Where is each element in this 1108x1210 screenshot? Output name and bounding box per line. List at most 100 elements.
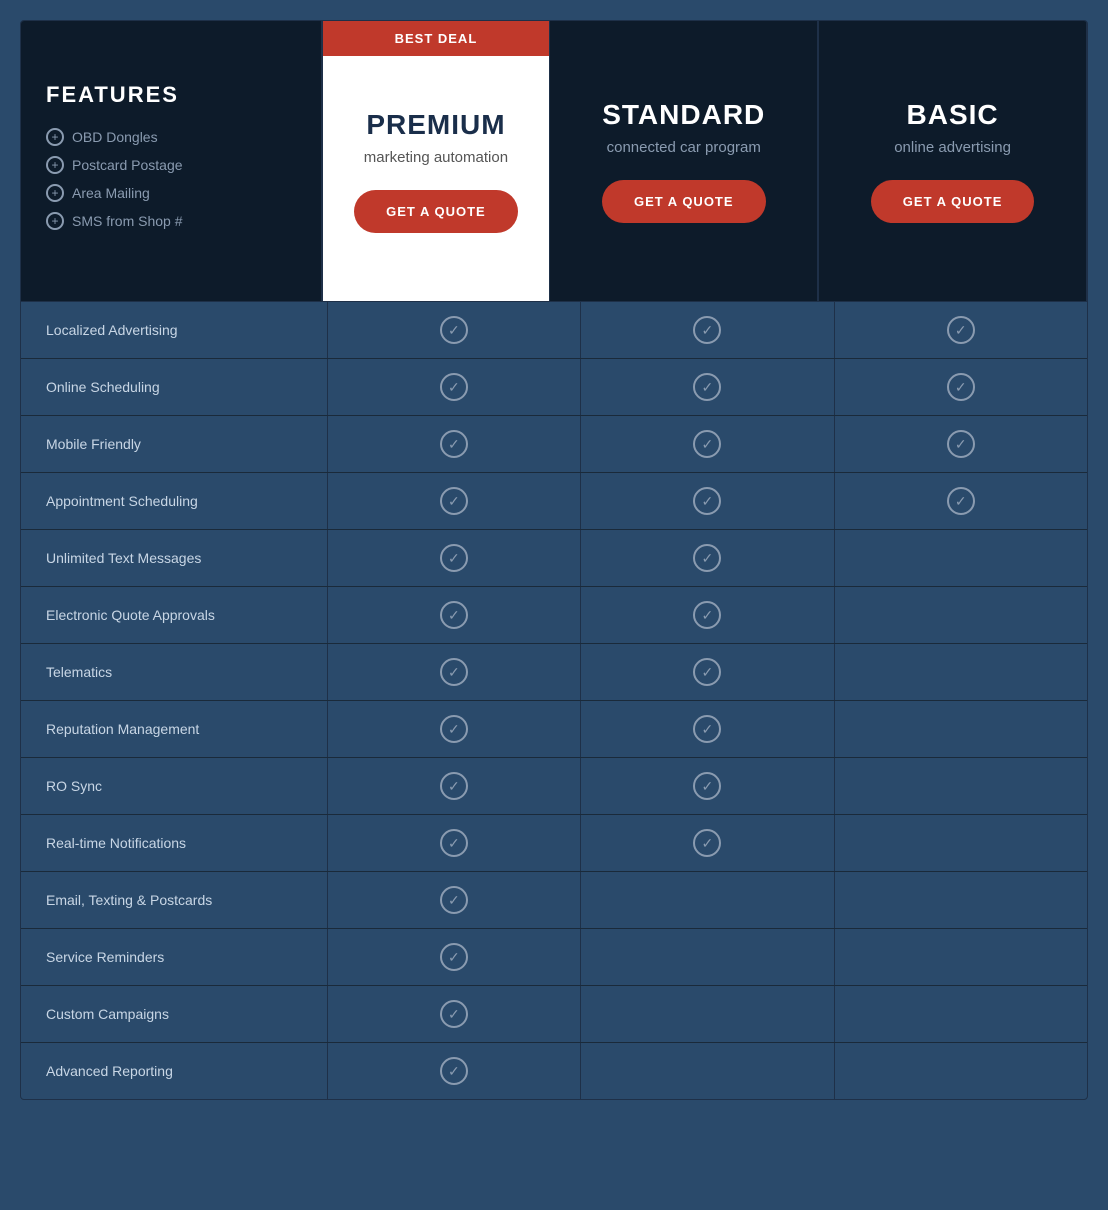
feature-row: Reputation Management ✓ ✓ [21, 701, 1087, 758]
standard-check-cell: ✓ [581, 302, 834, 358]
basic-check-cell: ✓ [835, 416, 1087, 472]
check-icon: ✓ [947, 373, 975, 401]
basic-check-cell [835, 815, 1087, 871]
check-icon: ✓ [693, 373, 721, 401]
check-icon: ✓ [440, 373, 468, 401]
feature-include-label: Postcard Postage [72, 157, 183, 173]
check-icon: ✓ [440, 658, 468, 686]
check-icon: ✓ [440, 886, 468, 914]
feature-include-item: + SMS from Shop # [46, 212, 183, 230]
feature-name-cell: Appointment Scheduling [21, 473, 328, 529]
check-icon: ✓ [947, 430, 975, 458]
basic-header: BASIC online advertising GET A QUOTE [818, 21, 1087, 302]
check-icon: ✓ [440, 601, 468, 629]
premium-cta-button[interactable]: GET A QUOTE [354, 190, 518, 233]
premium-check-cell: ✓ [328, 416, 581, 472]
check-icon: ✓ [440, 487, 468, 515]
plus-icon: + [46, 184, 64, 202]
check-icon: ✓ [440, 1000, 468, 1028]
feature-include-item: + OBD Dongles [46, 128, 183, 146]
feature-row: Advanced Reporting✓ [21, 1043, 1087, 1099]
standard-check-cell: ✓ [581, 587, 834, 643]
premium-check-cell: ✓ [328, 530, 581, 586]
standard-check-cell: ✓ [581, 701, 834, 757]
premium-check-cell: ✓ [328, 872, 581, 928]
header-row: FEATURES + OBD Dongles + Postcard Postag… [21, 21, 1087, 302]
check-icon: ✓ [440, 715, 468, 743]
check-icon: ✓ [440, 544, 468, 572]
check-icon: ✓ [693, 544, 721, 572]
standard-check-cell [581, 1043, 834, 1099]
feature-include-item: + Postcard Postage [46, 156, 183, 174]
features-body: Localized Advertising✓✓✓Online Schedulin… [21, 302, 1087, 1099]
features-title: FEATURES [46, 82, 179, 108]
feature-row: Online Scheduling ✓ ✓ ✓ [21, 359, 1087, 416]
feature-row: Email, Texting & Postcards ✓ [21, 872, 1087, 929]
basic-check-cell: ✓ [835, 359, 1087, 415]
premium-subtitle: marketing automation [364, 149, 508, 166]
standard-header: STANDARD connected car program GET A QUO… [549, 21, 818, 302]
standard-subtitle: connected car program [607, 139, 761, 156]
feature-name-cell: RO Sync [21, 758, 328, 814]
standard-check-cell: ✓ [581, 416, 834, 472]
premium-check-cell: ✓ [328, 1043, 581, 1099]
feature-name-cell: Localized Advertising [21, 302, 328, 358]
premium-check-cell: ✓ [328, 701, 581, 757]
check-icon: ✓ [440, 943, 468, 971]
basic-cta-button[interactable]: GET A QUOTE [871, 180, 1035, 223]
premium-check-cell: ✓ [328, 473, 581, 529]
feature-name-cell: Service Reminders [21, 929, 328, 985]
premium-check-cell: ✓ [328, 359, 581, 415]
standard-check-cell: ✓ [581, 644, 834, 700]
check-icon: ✓ [440, 829, 468, 857]
feature-name-cell: Email, Texting & Postcards [21, 872, 328, 928]
standard-check-cell: ✓ [581, 758, 834, 814]
feature-include-label: SMS from Shop # [72, 213, 183, 229]
standard-check-cell: ✓ [581, 359, 834, 415]
check-icon: ✓ [693, 829, 721, 857]
standard-check-cell [581, 929, 834, 985]
premium-check-cell: ✓ [328, 758, 581, 814]
feature-name-cell: Reputation Management [21, 701, 328, 757]
features-header: FEATURES + OBD Dongles + Postcard Postag… [21, 21, 322, 302]
check-icon: ✓ [693, 487, 721, 515]
premium-check-cell: ✓ [328, 587, 581, 643]
standard-title: STANDARD [602, 99, 765, 131]
feature-row: Real-time Notifications ✓ ✓ [21, 815, 1087, 872]
basic-check-cell [835, 644, 1087, 700]
feature-row: Electronic Quote Approvals✓✓ [21, 587, 1087, 644]
feature-name-cell: Real-time Notifications [21, 815, 328, 871]
standard-check-cell: ✓ [581, 815, 834, 871]
feature-row: Custom Campaigns✓ [21, 986, 1087, 1043]
check-icon: ✓ [693, 715, 721, 743]
feature-name-cell: Unlimited Text Messages [21, 530, 328, 586]
check-icon: ✓ [947, 487, 975, 515]
plus-icon: + [46, 156, 64, 174]
basic-check-cell: ✓ [835, 473, 1087, 529]
standard-check-cell: ✓ [581, 473, 834, 529]
basic-check-cell [835, 530, 1087, 586]
standard-cta-button[interactable]: GET A QUOTE [602, 180, 766, 223]
basic-check-cell [835, 1043, 1087, 1099]
premium-check-cell: ✓ [328, 644, 581, 700]
premium-title: PREMIUM [366, 109, 505, 141]
check-icon: ✓ [440, 1057, 468, 1085]
check-icon: ✓ [693, 658, 721, 686]
feature-row: Localized Advertising✓✓✓ [21, 302, 1087, 359]
feature-include-item: + Area Mailing [46, 184, 183, 202]
basic-subtitle: online advertising [894, 139, 1011, 156]
check-icon: ✓ [440, 430, 468, 458]
basic-check-cell [835, 587, 1087, 643]
feature-row: Mobile Friendly✓✓✓ [21, 416, 1087, 473]
features-includes-list: + OBD Dongles + Postcard Postage + Area … [46, 128, 183, 240]
standard-check-cell: ✓ [581, 530, 834, 586]
basic-check-cell: ✓ [835, 302, 1087, 358]
basic-check-cell [835, 872, 1087, 928]
plus-icon: + [46, 128, 64, 146]
premium-check-cell: ✓ [328, 302, 581, 358]
pricing-table: FEATURES + OBD Dongles + Postcard Postag… [20, 20, 1088, 1100]
feature-row: RO Sync✓✓ [21, 758, 1087, 815]
feature-name-cell: Online Scheduling [21, 359, 328, 415]
premium-header-wrapper: BEST DEAL PREMIUM marketing automation G… [322, 21, 550, 302]
feature-row: Appointment Scheduling ✓ ✓ ✓ [21, 473, 1087, 530]
